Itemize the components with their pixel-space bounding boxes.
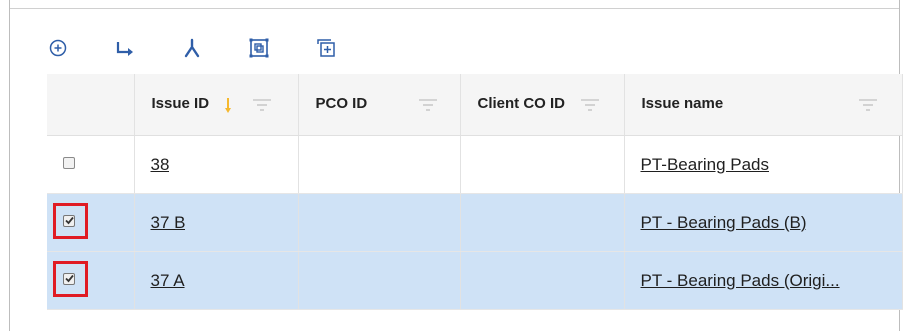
select-cell: [47, 135, 135, 194]
issue-id-cell: 37 A: [134, 251, 299, 310]
issue-id-cell: 38: [134, 135, 299, 194]
add-circle-icon: [49, 39, 67, 57]
panel-frame: Issue ID PCO ID Client CO ID Issue name …: [9, 0, 903, 331]
merge-button[interactable]: [180, 36, 204, 60]
table-row[interactable]: 37 A PT - Bearing Pads (Origi...: [47, 251, 903, 310]
column-header-issue-name[interactable]: Issue name: [624, 74, 903, 136]
group-icon: [249, 38, 269, 58]
checkmark-icon: [65, 274, 74, 283]
client-co-id-cell: [460, 193, 625, 252]
toolbar: [46, 34, 381, 62]
expand-box-icon: [317, 39, 335, 57]
column-header-client-co-id[interactable]: Client CO ID: [460, 74, 625, 136]
issue-id-link[interactable]: 38: [135, 155, 170, 175]
filter-icon[interactable]: [252, 98, 271, 112]
expand-button[interactable]: [314, 36, 338, 60]
row-checkbox[interactable]: [63, 215, 75, 227]
pco-id-cell: [298, 251, 461, 310]
column-label: Client CO ID: [477, 95, 566, 112]
select-column-header: [47, 74, 135, 136]
row-checkbox[interactable]: [63, 157, 75, 169]
table-row[interactable]: 37 B PT - Bearing Pads (B): [47, 193, 903, 252]
add-button[interactable]: [46, 36, 70, 60]
merge-icon: [184, 38, 200, 58]
issue-id-link[interactable]: 37 B: [135, 213, 186, 233]
filter-icon[interactable]: [580, 98, 599, 112]
pco-id-cell: [298, 135, 461, 194]
issue-id-cell: 37 B: [134, 193, 299, 252]
add-child-button[interactable]: [113, 36, 137, 60]
client-co-id-cell: [460, 135, 625, 194]
client-co-id-cell: [460, 251, 625, 310]
issue-name-cell: PT - Bearing Pads (Origi...: [624, 251, 903, 310]
table-row[interactable]: 38 PT-Bearing Pads: [47, 135, 903, 194]
row-checkbox[interactable]: [63, 273, 75, 285]
select-cell: [47, 251, 135, 310]
column-label: PCO ID: [315, 95, 368, 112]
group-button[interactable]: [247, 36, 271, 60]
issue-name-cell: PT - Bearing Pads (B): [624, 193, 903, 252]
issue-name-link[interactable]: PT-Bearing Pads: [625, 155, 770, 175]
header-row: Issue ID PCO ID Client CO ID Issue name: [47, 74, 903, 136]
column-label: Issue ID: [151, 95, 210, 112]
filter-icon[interactable]: [858, 98, 877, 112]
issue-name-cell: PT-Bearing Pads: [624, 135, 903, 194]
issue-id-link[interactable]: 37 A: [135, 271, 185, 291]
child-arrow-icon: [116, 42, 133, 56]
filter-icon[interactable]: [418, 98, 437, 112]
column-label: Issue name: [641, 95, 724, 112]
pco-id-cell: [298, 193, 461, 252]
issue-name-link[interactable]: PT - Bearing Pads (Origi...: [625, 271, 840, 291]
column-header-pco-id[interactable]: PCO ID: [298, 74, 461, 136]
column-header-issue-id[interactable]: Issue ID: [134, 74, 299, 136]
sort-arrow-icon[interactable]: [224, 98, 231, 114]
select-cell: [47, 193, 135, 252]
issues-table: Issue ID PCO ID Client CO ID Issue name …: [47, 74, 903, 310]
checkmark-icon: [65, 216, 74, 225]
issue-name-link[interactable]: PT - Bearing Pads (B): [625, 213, 807, 233]
